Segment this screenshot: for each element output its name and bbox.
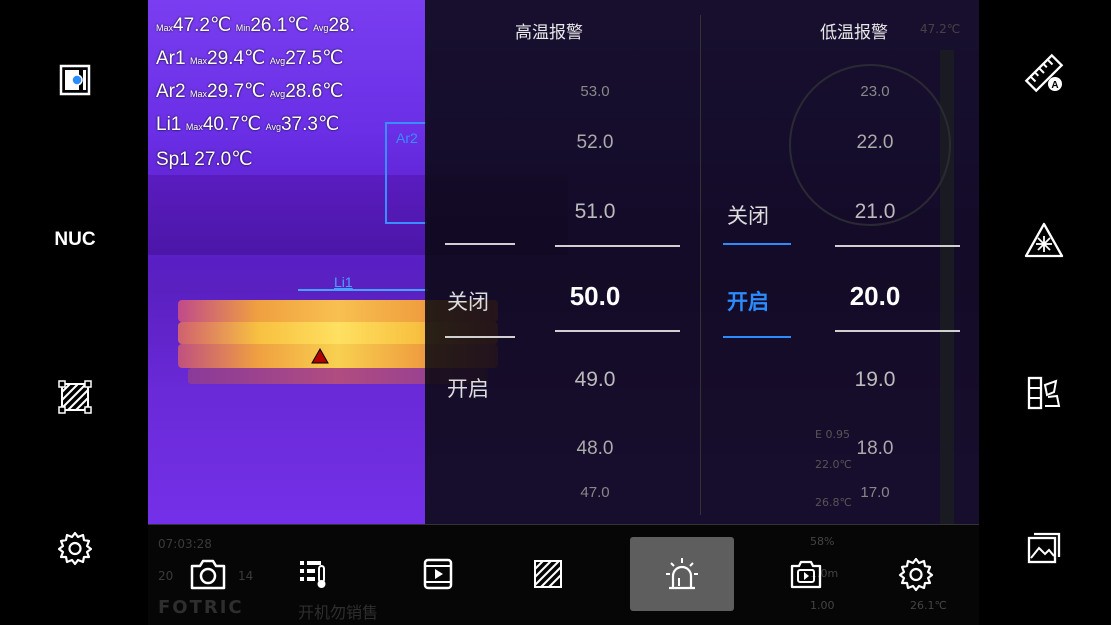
measure-auto-button[interactable]: A (1009, 38, 1079, 108)
ambient-temp-value: 22.0℃ (815, 458, 852, 471)
ar1-readout: Ar1 Max29.4℃ Avg27.5℃ (156, 48, 344, 69)
reflected-temp-value: 26.8℃ (815, 496, 852, 509)
high-value-selected[interactable]: 50.0 (545, 281, 645, 312)
status-temp: 47.2℃ (920, 22, 961, 36)
left-sidebar: NUC (0, 0, 148, 624)
area-hatch-icon (58, 380, 92, 414)
emissivity-value: E 0.95 (815, 428, 850, 441)
max-temp-marker-icon (311, 348, 329, 364)
camera-play-icon (790, 560, 822, 589)
palette-button[interactable] (1009, 358, 1079, 428)
high-value-52[interactable]: 52.0 (545, 132, 645, 154)
low-switch-off[interactable]: 关闭 (727, 200, 769, 230)
gallery-icon (1027, 532, 1061, 564)
film-icon (423, 558, 453, 590)
area-tool-button[interactable] (508, 537, 588, 611)
high-value-53[interactable]: 53.0 (545, 83, 645, 100)
image-mode-icon (59, 64, 91, 96)
low-switch-on[interactable]: 开启 (727, 286, 769, 316)
high-value-49[interactable]: 49.0 (545, 368, 645, 392)
low-alarm-title: 低温报警 (820, 23, 888, 43)
nuc-button[interactable]: NUC (40, 205, 110, 275)
laser-warning-icon (1024, 222, 1064, 258)
gear-icon (898, 557, 934, 592)
li1-line[interactable] (298, 289, 428, 291)
palette-icon (1027, 376, 1061, 410)
li1-readout: Li1 Max40.7℃ Avg37.3℃ (156, 114, 340, 135)
area-analysis-button[interactable] (40, 362, 110, 432)
high-value-48[interactable]: 48.0 (545, 438, 645, 460)
high-switch-upper-line (445, 243, 515, 245)
high-alarm-title: 高温报警 (515, 23, 583, 43)
sp1-readout: Sp1 27.0℃ (156, 149, 253, 170)
video-button[interactable] (398, 537, 478, 611)
bottom-toolbar: 07:03:28 20 14 FOTRIC 开机勿销售 58% 1.0m 1.0… (148, 524, 979, 625)
high-switch-off[interactable]: 关闭 (447, 286, 489, 316)
low-switch-upper-line (723, 243, 791, 245)
global-readout: Max47.2℃ Min26.1℃ Avg28. (156, 15, 355, 36)
camera-icon (190, 559, 226, 590)
settings-button-toolbar[interactable] (876, 537, 956, 611)
column-divider (700, 15, 701, 515)
gallery-button[interactable] (1009, 513, 1079, 583)
li1-tag: Li1 (334, 274, 353, 290)
low-value-18[interactable]: 18.0 (825, 438, 925, 460)
high-value-lower-line (555, 330, 680, 332)
low-value-21[interactable]: 21.0 (825, 200, 925, 224)
low-value-lower-line (835, 330, 960, 332)
low-value-selected[interactable]: 20.0 (825, 281, 925, 312)
alarm-button[interactable] (630, 537, 734, 611)
alarm-siren-icon (666, 558, 698, 590)
high-value-51[interactable]: 51.0 (545, 200, 645, 224)
low-value-upper-line (835, 245, 960, 247)
svg-text:A: A (1051, 80, 1058, 91)
temperature-tools-button[interactable] (273, 537, 353, 611)
gear-icon (57, 531, 93, 566)
area-hatch-icon (534, 560, 562, 588)
low-value-23[interactable]: 23.0 (825, 83, 925, 100)
playback-button[interactable] (766, 537, 846, 611)
thermometer-list-icon (300, 561, 326, 588)
low-switch-lower-line (723, 336, 791, 338)
image-mode-button[interactable] (40, 45, 110, 115)
right-sidebar: A (979, 0, 1111, 624)
high-switch-on[interactable]: 开启 (447, 373, 489, 403)
laser-button[interactable] (1009, 205, 1079, 275)
ar2-readout: Ar2 Max29.7℃ Avg28.6℃ (156, 81, 344, 102)
high-switch-lower-line (445, 336, 515, 338)
settings-button-left[interactable] (40, 513, 110, 583)
alarm-picker-panel: 47.2℃ 高温报警 53.0 52.0 51.0 50.0 49.0 48.0… (425, 0, 979, 524)
nuc-label: NUC (54, 229, 96, 250)
ar2-tag: Ar2 (396, 130, 418, 146)
low-value-19[interactable]: 19.0 (825, 368, 925, 392)
high-value-upper-line (555, 245, 680, 247)
low-value-22[interactable]: 22.0 (825, 132, 925, 154)
ruler-auto-icon: A (1024, 53, 1064, 93)
high-value-47[interactable]: 47.0 (545, 484, 645, 501)
capture-button[interactable] (168, 537, 248, 611)
